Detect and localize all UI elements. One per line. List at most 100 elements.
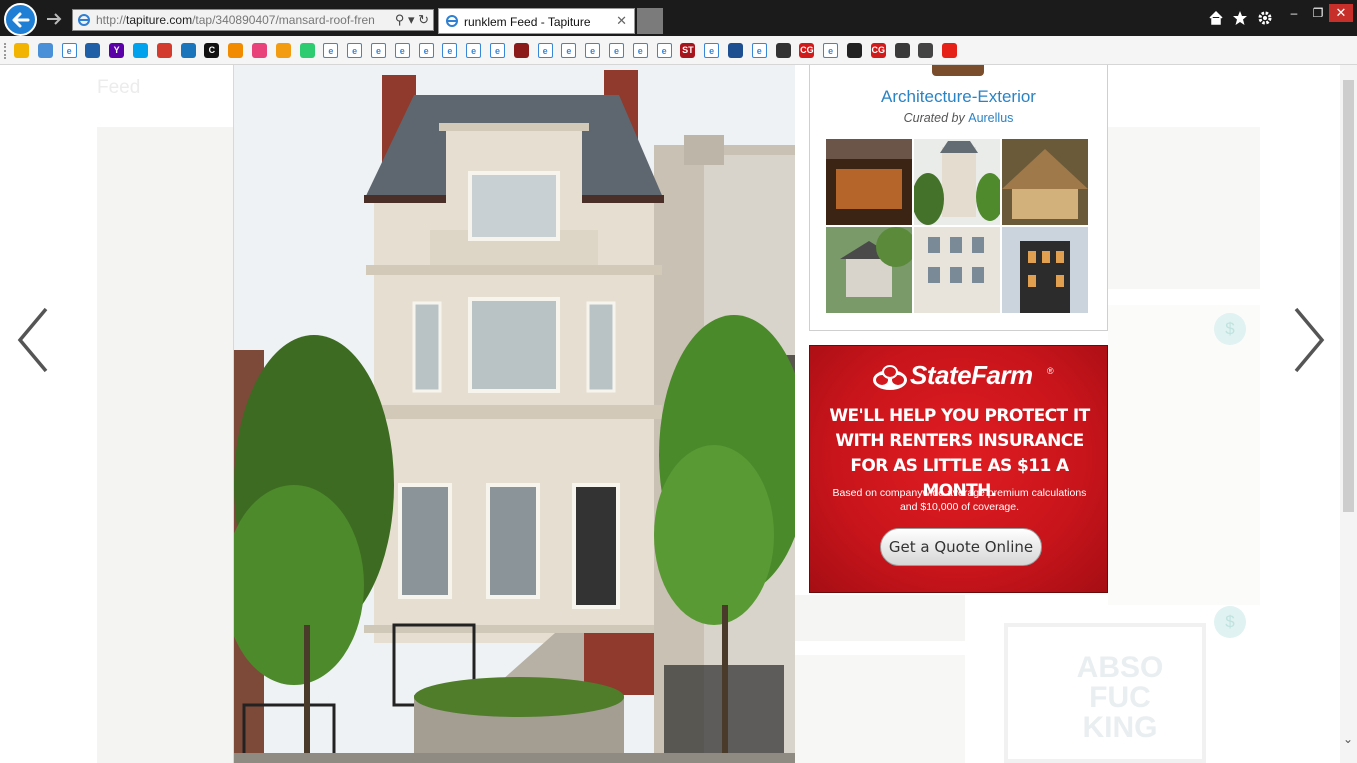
title-bar: http://tapiture.com/tap/340890407/mansar… (0, 0, 1357, 36)
favorite-icon[interactable] (847, 43, 862, 58)
collection-title[interactable]: Architecture-Exterior (810, 87, 1107, 107)
ad-registered-mark: ® (1047, 366, 1054, 376)
address-bar[interactable]: http://tapiture.com/tap/340890407/mansar… (72, 9, 434, 31)
back-button[interactable] (4, 3, 37, 36)
vertical-scrollbar[interactable]: ⌄ (1340, 65, 1357, 763)
favorite-icon[interactable]: e (394, 43, 410, 58)
chevron-left-icon[interactable] (14, 305, 50, 375)
feed-tile-mid-low (795, 655, 965, 763)
thumbnail-image (914, 227, 1000, 313)
address-tools[interactable]: ⚲ ▾ ↻ (395, 12, 429, 28)
favorite-icon[interactable] (156, 43, 172, 58)
house-image (234, 65, 795, 763)
favorite-icon[interactable]: e (537, 43, 553, 58)
favorite-icon[interactable]: ST (680, 43, 696, 58)
favorite-icon[interactable] (918, 43, 934, 58)
thumbnail-image (1002, 139, 1088, 225)
favorite-icon[interactable] (133, 43, 148, 58)
favorite-icon[interactable] (894, 43, 910, 58)
scrollbar-thumb[interactable] (1343, 80, 1354, 512)
favorite-icon[interactable] (85, 43, 101, 58)
price-badge: $ (1214, 606, 1246, 638)
favorite-icon[interactable] (14, 43, 29, 58)
favorite-icon[interactable]: e (442, 43, 458, 58)
favorite-icon[interactable]: e (823, 43, 839, 58)
statefarm-logo-icon (873, 365, 907, 390)
collection-thumbnail[interactable] (914, 139, 1000, 225)
ad-brand: StateFarm ® (872, 360, 1072, 392)
favorite-icon[interactable] (275, 43, 291, 58)
favorites-bar: e Y Ce e e e e e e e e e e e e e ST e e CG e CG (0, 36, 1357, 65)
favorite-icon[interactable]: e (490, 43, 505, 58)
star-icon[interactable] (1232, 10, 1248, 26)
feed-poster-text: ABSO FUC KING (1076, 651, 1164, 744)
favorite-icon[interactable] (942, 43, 958, 58)
collection-card[interactable]: Architecture-Exterior Curated by Aurellu… (809, 65, 1108, 331)
thumbnail-image (1002, 227, 1088, 313)
arrow-left-icon (12, 12, 30, 28)
collection-thumbnail[interactable] (826, 139, 912, 225)
arrow-right-icon (47, 13, 62, 25)
thumbnail-image (826, 139, 912, 225)
browser-window: http://tapiture.com/tap/340890407/mansar… (0, 0, 1357, 763)
statefarm-ad[interactable]: StateFarm ® WE'LL HELP YOU PROTECT IT WI… (809, 345, 1108, 593)
favorite-icon[interactable] (228, 43, 244, 58)
favorite-icon[interactable]: e (323, 43, 339, 58)
gear-icon[interactable] (1257, 10, 1273, 26)
toolbar-grip[interactable] (4, 43, 6, 59)
curated-by-line: Curated by Aurellus (810, 111, 1107, 125)
collection-thumbnail[interactable] (826, 227, 912, 313)
collection-thumbnail[interactable] (1002, 227, 1088, 313)
favorite-icon[interactable]: e (371, 43, 386, 58)
favorite-icon[interactable] (252, 43, 267, 58)
collection-thumbnail[interactable] (914, 227, 1000, 313)
url-text[interactable]: http://tapiture.com/tap/340890407/mansar… (96, 13, 381, 27)
feed-tile-right-top (1108, 127, 1260, 289)
favorite-icon[interactable]: C (204, 43, 220, 58)
favorite-icon[interactable]: e (704, 43, 720, 58)
home-icon[interactable] (1208, 10, 1224, 26)
main-photo[interactable] (233, 65, 795, 763)
favorite-icon[interactable]: e (561, 43, 577, 58)
restore-button[interactable]: ❐ (1308, 4, 1328, 22)
curator-link[interactable]: Aurellus (968, 111, 1013, 125)
ad-fine-print: Based on companywide average premium cal… (832, 487, 1087, 513)
favorite-icon[interactable] (299, 43, 315, 58)
tab-close-button[interactable]: ✕ (616, 13, 627, 29)
favorite-icon[interactable]: e (585, 43, 601, 58)
new-tab-button[interactable] (637, 8, 663, 34)
scroll-down-icon[interactable]: ⌄ (1343, 732, 1353, 746)
thumbnail-image (914, 139, 1000, 225)
favorite-icon[interactable] (180, 43, 196, 58)
favorite-icon[interactable] (775, 43, 791, 58)
minimize-button[interactable]: – (1284, 4, 1304, 22)
favorite-icon[interactable]: Y (109, 43, 125, 58)
favorite-icon[interactable]: CG (799, 43, 815, 58)
price-badge: $ (1214, 313, 1246, 345)
favorite-icon[interactable]: e (418, 43, 434, 58)
favorite-icon[interactable]: e (751, 43, 767, 58)
close-button[interactable]: ✕ (1329, 4, 1353, 22)
favorite-icon[interactable]: e (466, 43, 482, 58)
feed-tile-right-mid (1108, 305, 1260, 605)
thumbnail-image (826, 227, 912, 313)
feed-tile-left (97, 127, 233, 763)
favorite-icon[interactable] (728, 43, 743, 58)
ad-brand-name: StateFarm (910, 360, 1033, 390)
feed-tile-mid (795, 595, 965, 641)
favorite-icon[interactable]: e (609, 43, 624, 58)
favorite-icon[interactable] (37, 43, 53, 58)
favorite-icon[interactable]: e (632, 43, 648, 58)
favorite-icon[interactable]: e (347, 43, 363, 58)
favorite-icon[interactable]: e (656, 43, 672, 58)
feed-heading: Feed (97, 77, 141, 98)
chevron-right-icon[interactable] (1292, 305, 1328, 375)
forward-button[interactable] (44, 9, 64, 29)
get-quote-button[interactable]: Get a Quote Online (880, 528, 1042, 566)
favorite-icon[interactable] (513, 43, 529, 58)
favorite-icon[interactable]: e (61, 43, 77, 58)
tab-active[interactable]: runklem Feed - Tapiture ✕ (438, 8, 635, 34)
collection-thumbnail[interactable] (1002, 139, 1088, 225)
favorite-icon[interactable]: CG (870, 43, 886, 58)
curator-avatar[interactable] (932, 65, 984, 76)
